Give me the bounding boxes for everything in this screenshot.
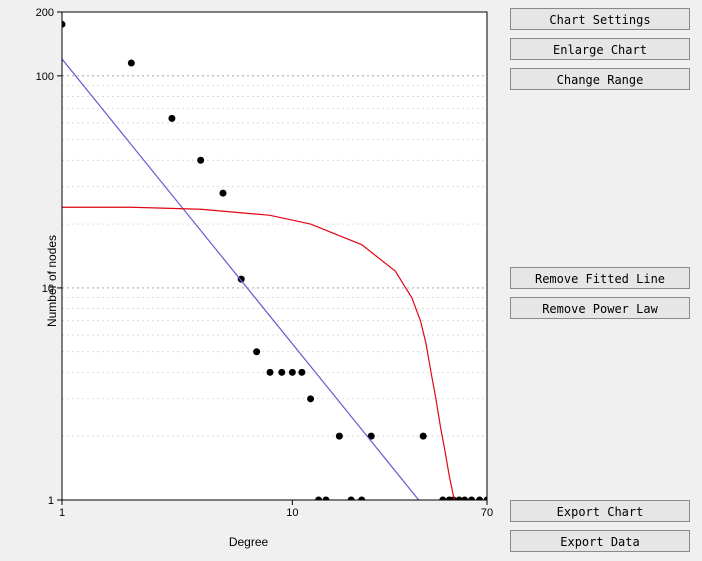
svg-text:100: 100 bbox=[36, 71, 54, 83]
y-axis-label: Number of nodes bbox=[45, 234, 59, 326]
svg-text:200: 200 bbox=[36, 7, 54, 19]
remove-power-law-button[interactable]: Remove Power Law bbox=[510, 297, 690, 319]
svg-text:1: 1 bbox=[59, 507, 65, 519]
export-chart-button[interactable]: Export Chart bbox=[510, 500, 690, 522]
enlarge-chart-button[interactable]: Enlarge Chart bbox=[510, 38, 690, 60]
chart-panel: Number of nodes 11010020011070 Degree bbox=[2, 2, 495, 559]
degree-distribution-chart: 11010020011070 bbox=[2, 2, 495, 539]
remove-fitted-line-button[interactable]: Remove Fitted Line bbox=[510, 267, 690, 289]
change-range-button[interactable]: Change Range bbox=[510, 68, 690, 90]
svg-text:10: 10 bbox=[286, 507, 298, 519]
x-axis-label: Degree bbox=[2, 535, 495, 549]
export-data-button[interactable]: Export Data bbox=[510, 530, 690, 552]
svg-text:1: 1 bbox=[48, 495, 54, 507]
svg-text:70: 70 bbox=[481, 507, 493, 519]
chart-settings-button[interactable]: Chart Settings bbox=[510, 8, 690, 30]
